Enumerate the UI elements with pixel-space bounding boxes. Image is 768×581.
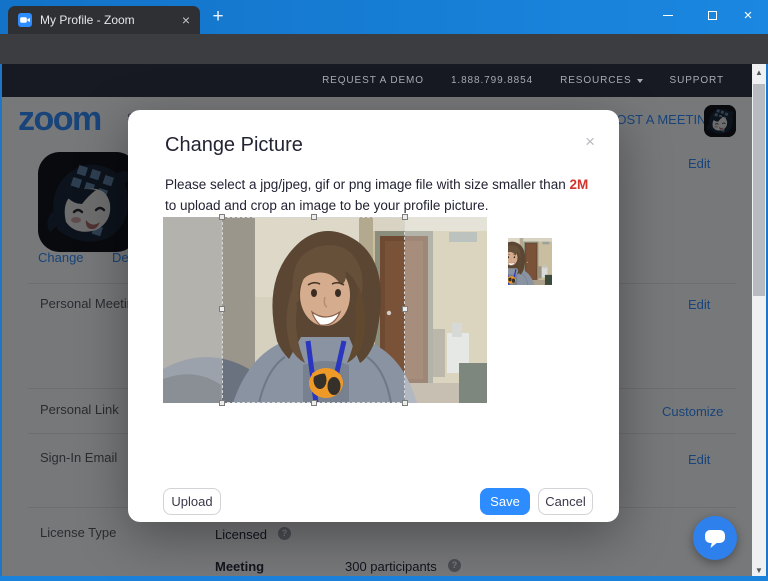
crop-selection[interactable] <box>222 217 405 403</box>
maximize-icon <box>708 11 717 20</box>
request-demo-link[interactable]: REQUEST A DEMO <box>322 75 424 86</box>
crop-handle-n[interactable] <box>311 214 317 220</box>
window-close-button[interactable]: × <box>727 0 768 30</box>
browser-window: My Profile - Zoom × + × https://zoom.us/… <box>0 0 768 581</box>
caret-down-icon <box>637 79 643 83</box>
browser-toolbar: https://zoom.us/profile ⋯ <box>0 34 768 64</box>
scroll-down-icon[interactable]: ▼ <box>752 566 766 575</box>
tab-title: My Profile - Zoom <box>40 13 135 27</box>
crop-handle-se[interactable] <box>402 400 408 406</box>
browser-tab[interactable]: My Profile - Zoom × <box>8 6 200 34</box>
resources-menu[interactable]: RESOURCES <box>560 75 642 86</box>
support-chat-button[interactable] <box>693 516 737 560</box>
crop-dim-left <box>163 217 222 403</box>
upload-button[interactable]: Upload <box>163 488 221 515</box>
window-minimize-button[interactable] <box>647 0 689 30</box>
scrollbar-thumb[interactable] <box>753 84 765 296</box>
crop-handle-nw[interactable] <box>219 214 225 220</box>
new-tab-button[interactable]: + <box>206 5 230 29</box>
size-limit: 2M <box>569 177 588 192</box>
support-link[interactable]: SUPPORT <box>670 75 724 86</box>
crop-preview-thumbnail <box>508 220 567 303</box>
page-scrollbar[interactable]: ▲ ▼ <box>752 64 766 581</box>
minimize-icon <box>663 15 673 16</box>
cancel-button[interactable]: Cancel <box>538 488 593 515</box>
browser-titlebar: My Profile - Zoom × + × <box>0 0 768 34</box>
scroll-up-icon[interactable]: ▲ <box>752 68 766 77</box>
chat-bubble-icon <box>703 527 727 549</box>
crop-canvas[interactable] <box>163 217 487 403</box>
crop-handle-s[interactable] <box>311 400 317 406</box>
crop-dim-right <box>405 217 487 403</box>
dialog-title: Change Picture <box>165 134 303 157</box>
dialog-close-icon[interactable]: × <box>585 132 595 152</box>
site-header: REQUEST A DEMO 1.888.799.8854 RESOURCES … <box>0 64 752 97</box>
save-button[interactable]: Save <box>480 488 530 515</box>
crop-handle-e[interactable] <box>402 306 408 312</box>
window-border-bottom <box>0 576 768 581</box>
window-border-left <box>0 64 2 576</box>
tab-close-icon[interactable]: × <box>182 12 190 28</box>
crop-handle-w[interactable] <box>219 306 225 312</box>
crop-handle-ne[interactable] <box>402 214 408 220</box>
change-picture-dialog: Change Picture × Please select a jpg/jpe… <box>128 110 619 522</box>
zoom-favicon <box>18 13 32 27</box>
dialog-instructions: Please select a jpg/jpeg, gif or png ima… <box>165 174 595 216</box>
crop-handle-sw[interactable] <box>219 400 225 406</box>
phone-number[interactable]: 1.888.799.8854 <box>451 75 533 86</box>
